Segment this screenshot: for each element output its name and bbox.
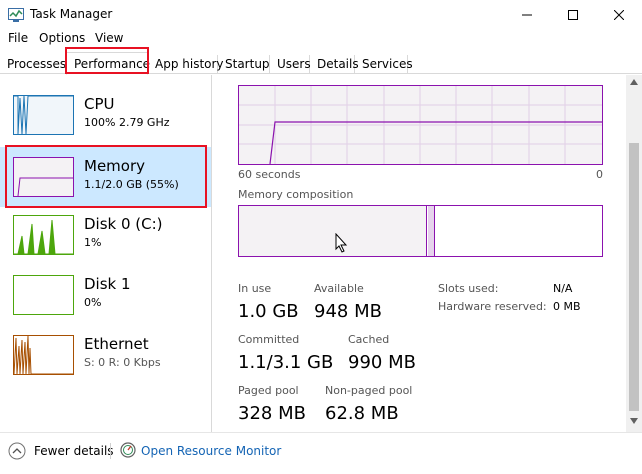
- scroll-down-icon[interactable]: [630, 418, 638, 424]
- modified-segment: [428, 206, 435, 256]
- memory-thumbnail-graph: [13, 157, 74, 197]
- tab-app-history[interactable]: App history: [148, 55, 224, 74]
- disk-0-usage: 1%: [84, 236, 102, 249]
- minimize-button[interactable]: [504, 0, 550, 30]
- graph-time-label: 60 seconds: [238, 168, 301, 181]
- memory-composition-label: Memory composition: [238, 188, 354, 201]
- disk-0-thumbnail-graph: [13, 215, 74, 255]
- in-use-label: In use: [238, 282, 272, 295]
- memory-usage: 1.1/2.0 GB (55%): [84, 178, 179, 191]
- resource-monitor-icon: [120, 442, 136, 458]
- cpu-thumbnail-graph: [13, 95, 74, 135]
- tab-processes[interactable]: Processes: [0, 55, 66, 74]
- tab-details[interactable]: Details: [310, 55, 359, 74]
- close-icon: [614, 10, 624, 20]
- available-label: Available: [314, 282, 364, 295]
- window-title: Task Manager: [30, 7, 113, 21]
- sidebar-item-cpu[interactable]: CPU 100% 2.79 GHz: [0, 75, 211, 135]
- sidebar-item-disk-1[interactable]: Disk 1 0%: [0, 255, 211, 315]
- ethernet-throughput: S: 0 R: 0 Kbps: [84, 356, 161, 369]
- vertical-scrollbar[interactable]: [626, 75, 642, 432]
- menu-options[interactable]: Options: [39, 31, 85, 45]
- committed-label: Committed: [238, 333, 300, 346]
- available-value: 948 MB: [314, 301, 382, 322]
- tab-bar: Processes Performance App history Startu…: [0, 50, 642, 75]
- tab-startup[interactable]: Startup: [218, 55, 270, 74]
- menu-view[interactable]: View: [95, 31, 123, 45]
- memory-usage-graph: [238, 85, 603, 165]
- slots-used-value: N/A: [553, 282, 573, 295]
- resource-sidebar: CPU 100% 2.79 GHz Memory 1.1/2.0 GB (55%…: [0, 75, 212, 432]
- cpu-usage: 100% 2.79 GHz: [84, 116, 170, 129]
- disk-1-usage: 0%: [84, 296, 102, 309]
- cached-value: 990 MB: [348, 352, 416, 373]
- tab-performance[interactable]: Performance: [66, 52, 150, 75]
- memory-title: Memory: [84, 157, 146, 175]
- disk-1-title: Disk 1: [84, 275, 131, 293]
- maximize-icon: [568, 10, 578, 20]
- non-paged-pool-value: 62.8 MB: [325, 403, 399, 424]
- maximize-button[interactable]: [550, 0, 596, 30]
- hardware-reserved-value: 0 MB: [553, 300, 581, 313]
- cpu-title: CPU: [84, 95, 115, 113]
- in-use-segment: [239, 206, 427, 256]
- hardware-reserved-label: Hardware reserved:: [438, 300, 547, 313]
- tab-services[interactable]: Services: [355, 55, 413, 74]
- paged-pool-value: 328 MB: [238, 403, 306, 424]
- tab-users[interactable]: Users: [270, 55, 311, 74]
- open-resource-monitor-link[interactable]: Open Resource Monitor: [141, 444, 281, 458]
- sidebar-item-ethernet[interactable]: Ethernet S: 0 R: 0 Kbps: [0, 315, 211, 375]
- cached-label: Cached: [348, 333, 390, 346]
- non-paged-pool-label: Non-paged pool: [325, 384, 413, 397]
- ethernet-title: Ethernet: [84, 335, 149, 353]
- memory-detail-pane: 60 seconds 0 Memory composition In use 1…: [222, 75, 626, 432]
- committed-value: 1.1/3.1 GB: [238, 352, 334, 373]
- task-manager-icon: [8, 8, 24, 22]
- paged-pool-label: Paged pool: [238, 384, 299, 397]
- footer-bar: Fewer details Open Resource Monitor: [0, 432, 642, 474]
- in-use-value: 1.0 GB: [238, 301, 299, 322]
- minimize-icon: [522, 14, 532, 16]
- graph-zero-label: 0: [596, 168, 603, 181]
- chevron-up-icon[interactable]: [8, 442, 26, 460]
- memory-composition-bar: [238, 205, 603, 257]
- sidebar-item-disk-0[interactable]: Disk 0 (C:) 1%: [0, 195, 211, 255]
- disk-1-thumbnail-graph: [13, 275, 74, 315]
- fewer-details-link[interactable]: Fewer details: [34, 444, 114, 458]
- scrollbar-thumb[interactable]: [629, 143, 639, 411]
- footer-divider: [110, 443, 111, 459]
- title-bar: Task Manager: [0, 0, 642, 30]
- slots-used-label: Slots used:: [438, 282, 499, 295]
- mouse-cursor-icon: [335, 233, 348, 253]
- disk-0-title: Disk 0 (C:): [84, 215, 163, 233]
- close-button[interactable]: [596, 0, 642, 30]
- ethernet-thumbnail-graph: [13, 335, 74, 375]
- scroll-up-icon[interactable]: [630, 79, 638, 85]
- menu-file[interactable]: File: [8, 31, 28, 45]
